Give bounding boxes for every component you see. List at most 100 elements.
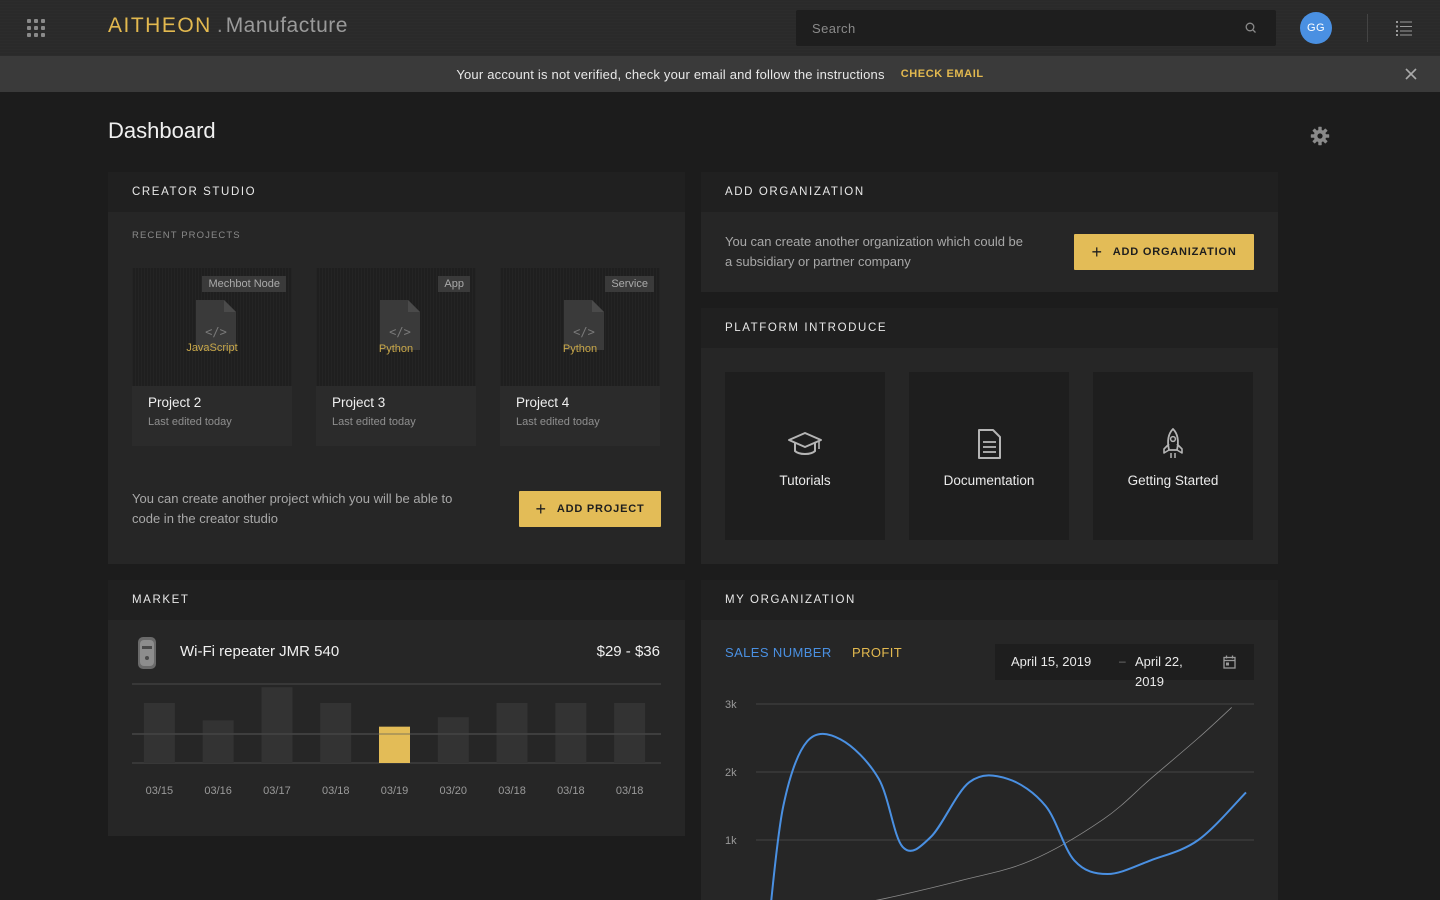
project-last-edited: Last edited today [332,416,416,428]
date-end: April 22, 2019 [1135,654,1183,689]
search-icon[interactable] [1244,21,1258,35]
divider [1367,14,1368,42]
svg-text:</>: </> [389,325,411,339]
calendar-icon [1223,655,1236,669]
product-price: $29 - $36 [596,643,660,660]
verification-banner: Your account is not verified, check your… [0,56,1440,92]
search-input[interactable] [796,10,1276,46]
brand-logo[interactable]: AITHEON . Manufacture [108,14,348,42]
document-icon [978,429,1001,459]
tile-documentation[interactable]: Documentation [909,372,1069,540]
card-title: MARKET [108,580,685,620]
tile-label: Documentation [943,473,1035,488]
tile-getting-started[interactable]: Getting Started [1093,372,1253,540]
bar[interactable] [496,702,528,763]
add-organization-description: You can create another organization whic… [725,234,1024,269]
date-separator: – [1119,654,1126,668]
product-name[interactable]: Wi-Fi repeater JMR 540 [180,643,339,660]
x-tick-label: 03/15 [146,785,174,797]
tile-label: Getting Started [1127,473,1219,488]
x-tick-label: 03/18 [557,785,585,797]
tile-label: Tutorials [779,473,831,488]
x-tick-label: 03/19 [381,785,409,797]
check-email-link[interactable]: CHECK EMAIL [901,68,984,80]
x-tick-label: 03/18 [322,785,350,797]
add-project-label: ADD PROJECT [556,503,645,515]
market-card: MARKET Wi-Fi repeater JMR 540 $29 - $36 … [108,580,685,836]
y-tick-label: 2k [725,767,737,779]
close-icon[interactable] [1404,67,1418,81]
card-title: CREATOR STUDIO [108,172,685,212]
gear-icon[interactable] [1310,126,1330,146]
search-box [796,10,1276,46]
brand-separator: . [216,14,223,37]
project-name: Project 4 [516,395,570,410]
project-name: Project 3 [332,395,386,410]
brand-name: AITHEON [108,14,212,37]
bar[interactable] [379,726,410,763]
platform-introduce-card: PLATFORM INTRODUCE Tutorials Documentati… [701,308,1278,564]
x-tick-label: 03/17 [263,785,291,797]
project-type-tag: App [438,276,470,292]
card-title: MY ORGANIZATION [701,580,1278,620]
wifi-repeater-icon [138,637,156,669]
tab-profit[interactable]: PROFIT [852,645,902,660]
bar[interactable] [261,687,293,763]
add-project-button[interactable]: + ADD PROJECT [519,491,661,527]
project-card[interactable]: Service </> Python Project 4 Last edited… [500,268,660,446]
recent-projects-label: RECENT PROJECTS [132,230,241,241]
svg-text:</>: </> [205,325,227,339]
organization-line-chart: 3k 2k 1k [725,699,1254,900]
bar[interactable] [614,702,646,763]
rocket-icon [1163,428,1183,458]
my-organization-card: MY ORGANIZATION SALES NUMBER PROFIT Apri… [701,580,1278,900]
x-tick-label: 03/16 [204,785,232,797]
apps-grid-icon[interactable] [27,19,45,37]
date-range-picker[interactable]: April 15, 2019 – April 22, 2019 [995,644,1254,689]
x-tick-label: 03/18 [616,785,644,797]
creator-description: You can create another project which you… [132,491,453,526]
bar[interactable] [555,702,587,763]
project-thumbnail: Mechbot Node </> JavaScript [132,268,292,386]
project-card[interactable]: App </> Python Project 3 Last edited tod… [316,268,476,446]
tile-tutorials[interactable]: Tutorials [725,372,885,540]
market-bar-chart: 03/15 03/16 03/17 03/18 03/19 03/20 03/18 03/18… [132,683,661,797]
banner-message: Your account is not verified, check your… [456,66,885,82]
bar[interactable] [143,702,175,763]
date-start: April 15, 2019 [1011,654,1092,669]
product-name: Manufacture [225,14,348,37]
project-last-edited: Last edited today [516,416,600,428]
add-organization-card: ADD ORGANIZATION You can create another … [701,172,1278,292]
add-organization-label: ADD ORGANIZATION [1112,246,1237,258]
y-tick-label: 1k [725,835,737,847]
creator-studio-card: CREATOR STUDIO RECENT PROJECTS Mechbot N… [108,172,685,564]
bar[interactable] [320,702,352,763]
project-thumbnail: App </> Python [316,268,476,386]
project-language: Python [562,343,598,355]
project-name: Project 2 [148,395,202,410]
project-type-tag: Mechbot Node [202,276,286,292]
list-menu-icon[interactable] [1395,19,1413,37]
series-line-secondary [875,707,1232,900]
project-thumbnail: Service </> Python [500,268,660,386]
plus-icon: + [535,499,547,519]
x-tick-label: 03/20 [440,785,468,797]
project-type-tag: Service [605,276,654,292]
project-last-edited: Last edited today [148,416,232,428]
project-language: JavaScript [186,342,238,354]
top-bar: AITHEON . Manufacture GG [0,0,1440,56]
plus-icon: + [1091,242,1103,262]
card-title: PLATFORM INTRODUCE [701,308,1278,348]
user-avatar[interactable]: GG [1300,12,1332,44]
tab-sales-number[interactable]: SALES NUMBER [725,645,832,660]
card-title: ADD ORGANIZATION [701,172,1278,212]
add-organization-button[interactable]: + ADD ORGANIZATION [1074,234,1254,270]
bar[interactable] [202,720,234,763]
project-language: Python [378,343,414,355]
bar[interactable] [437,717,469,763]
graduation-cap-icon [788,432,822,455]
project-card[interactable]: Mechbot Node </> JavaScript Project 2 La… [132,268,292,446]
svg-text:</>: </> [573,325,595,339]
page-title: Dashboard [108,118,216,143]
y-tick-label: 3k [725,699,737,711]
